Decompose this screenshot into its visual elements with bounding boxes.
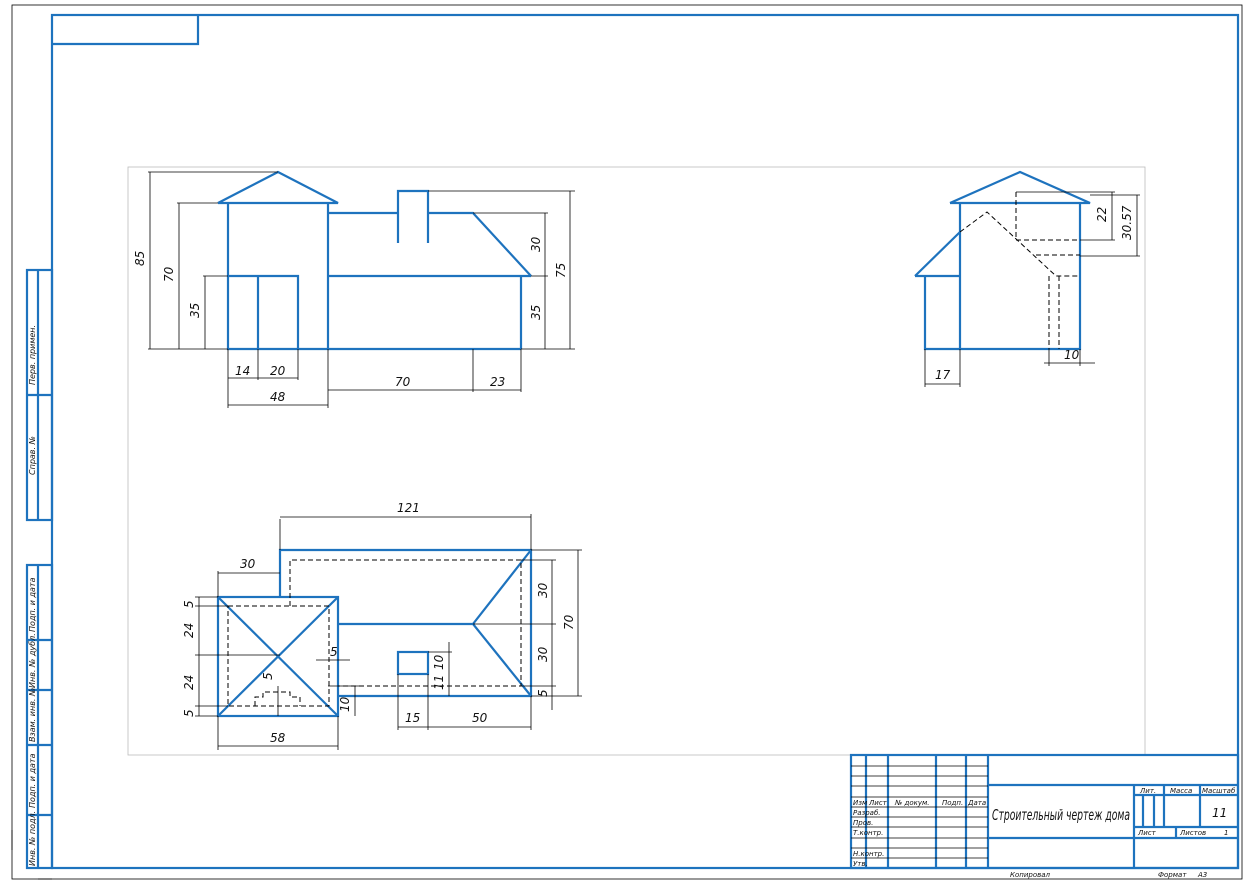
stamp-vzam-inv: Взам. инв. №	[28, 688, 37, 742]
dim-48: 48	[270, 390, 286, 404]
role-tkontr: Т.контр.	[853, 829, 883, 837]
dim-10: 10	[1064, 348, 1080, 362]
dim-30-57: 30.57	[1120, 205, 1134, 240]
sheet-frame	[50, 13, 1240, 870]
dim-5-mid: 5	[330, 645, 338, 659]
dim-23: 23	[490, 375, 505, 389]
dim-24-a: 24	[182, 623, 196, 638]
dim-50: 50	[472, 711, 488, 725]
hdr-dokum: № докум.	[894, 799, 930, 807]
dim-30-a: 30	[536, 582, 550, 598]
dim-10-box: 10	[432, 654, 446, 670]
role-razrab: Разраб.	[853, 809, 881, 817]
drawing-title: Строительный чертеж дома	[992, 806, 1130, 824]
sheet-trim	[11, 4, 1243, 880]
stamp-inv-podl: Инв. № подл.	[28, 811, 37, 866]
dim-75: 75	[554, 263, 568, 278]
dim-5-inner: 5	[261, 672, 275, 680]
sheets-value: 1	[1224, 829, 1228, 837]
stamp-perv-primen: Перв. примен.	[28, 325, 37, 385]
format-label: Формат	[1158, 871, 1187, 879]
dim-14: 14	[235, 364, 250, 378]
dim-22: 22	[1095, 207, 1109, 222]
dim-85: 85	[133, 251, 147, 266]
drawing-sheet: Перв. примен. Справ. № Подп. и дата Инв.…	[11, 4, 1243, 880]
dim-15: 15	[405, 711, 420, 725]
dim-20: 20	[270, 364, 286, 378]
mass-label: Масса	[1170, 787, 1192, 795]
stamp-sprav: Справ. №	[28, 436, 37, 475]
dim-35-left: 35	[188, 303, 202, 318]
hdr-izm: Изм	[853, 799, 868, 807]
front-view: 85 70 35 14 20 48 70 23 30 35 75	[133, 170, 575, 408]
dim-30-plan: 30	[240, 557, 256, 571]
side-view: 22 30.57 17 10	[914, 170, 1140, 387]
views-area	[127, 166, 1146, 756]
top-left-stamp	[52, 15, 200, 46]
lit-label: Лит.	[1139, 787, 1156, 795]
dim-30: 30	[529, 236, 543, 252]
stamp-podp-data-2: Подп. и дата	[28, 753, 37, 808]
dim-10-left: 10	[338, 696, 352, 712]
dim-5-bottom: 5	[182, 709, 196, 717]
dim-5-right: 5	[536, 689, 550, 697]
copied-label: Копировал	[1010, 871, 1051, 879]
sheets-label: Листов	[1179, 829, 1206, 837]
stamp-podp-data-1: Подп. и дата	[28, 577, 37, 632]
dim-58: 58	[270, 731, 286, 745]
dim-35-right: 35	[529, 305, 543, 320]
stamp-inv-dubl: Инв. № дубл.	[28, 633, 37, 688]
dim-30-b: 30	[536, 646, 550, 662]
role-nkontr: Н.контр.	[853, 850, 884, 858]
format-value: А3	[1197, 871, 1207, 879]
dim-11: 11	[432, 675, 446, 690]
title-block: Изм Лист № докум. Подп. Дата Разраб. Про…	[849, 753, 1240, 879]
dim-17: 17	[935, 368, 951, 382]
hdr-podp: Подп.	[942, 799, 963, 807]
hdr-data: Дата	[967, 799, 986, 807]
role-utv: Утв.	[853, 860, 868, 868]
dim-24-b: 24	[182, 675, 196, 690]
dim-70-bottom: 70	[395, 375, 411, 389]
left-stamps: Перв. примен. Справ. № Подп. и дата Инв.…	[25, 268, 54, 870]
plan-view: 121 30 5 24 24 5 58 5 5 10 10 11 15 50 3…	[182, 501, 582, 750]
role-prov: Пров.	[853, 819, 873, 827]
sheet-number: 11	[1212, 806, 1227, 820]
dim-121: 121	[397, 501, 420, 515]
sheet-label: Лист	[1137, 829, 1157, 837]
scale-label: Масштаб	[1202, 787, 1236, 795]
dim-70-plan: 70	[562, 614, 576, 630]
hdr-list: Лист	[868, 799, 888, 807]
dim-70: 70	[162, 266, 176, 282]
dim-5-top: 5	[182, 600, 196, 608]
